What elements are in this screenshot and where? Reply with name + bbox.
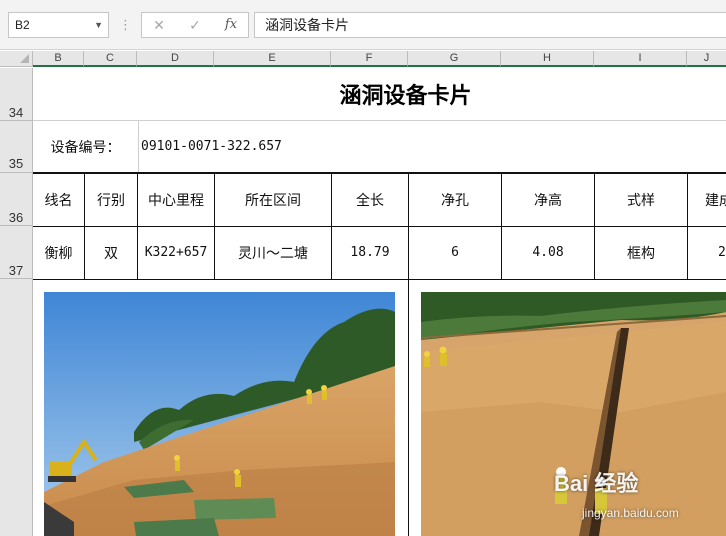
col-header-H[interactable]: H bbox=[501, 51, 594, 67]
header-cell-built[interactable]: 建成 bbox=[688, 174, 726, 226]
table-border-bottom bbox=[33, 279, 726, 280]
insert-function-icon[interactable]: fx bbox=[216, 13, 246, 37]
header-cell-line[interactable]: 线名 bbox=[33, 174, 84, 226]
header-cell-length[interactable]: 全长 bbox=[332, 174, 408, 226]
row-header-34[interactable]: 34 bbox=[0, 68, 33, 121]
value-cell-built[interactable]: 2 bbox=[688, 227, 726, 279]
value-cell-section[interactable]: 灵川～二塘 bbox=[215, 227, 331, 279]
watermark-text: Bai 经验 bbox=[554, 471, 639, 496]
col-header-J[interactable]: J bbox=[687, 51, 726, 67]
photo-left-image bbox=[44, 292, 395, 536]
baidu-watermark: Bai 经验 jingyan.baidu.com bbox=[554, 466, 724, 520]
header-cell-mileage[interactable]: 中心里程 bbox=[138, 174, 214, 226]
value-cell-height[interactable]: 4.08 bbox=[502, 227, 594, 279]
col-header-D[interactable]: D bbox=[137, 51, 214, 67]
header-cell-height[interactable]: 净高 bbox=[502, 174, 594, 226]
formula-bar: B2 ▼ ⋮ ✕ ✓ fx 涵洞设备卡片 bbox=[0, 0, 726, 50]
value-cell-length[interactable]: 18.79 bbox=[332, 227, 408, 279]
col-header-C[interactable]: C bbox=[84, 51, 137, 67]
cancel-icon[interactable]: ✕ bbox=[144, 13, 174, 37]
header-cell-direction[interactable]: 行别 bbox=[85, 174, 137, 226]
name-box-value: B2 bbox=[15, 18, 30, 32]
row-header-36[interactable]: 36 bbox=[0, 173, 33, 226]
device-number-label[interactable]: 设备编号： bbox=[33, 121, 138, 173]
device-number-value[interactable]: 09101-0071-322.657 bbox=[139, 121, 439, 173]
value-cell-direction[interactable]: 双 bbox=[85, 227, 137, 279]
header-cell-span[interactable]: 净孔 bbox=[409, 174, 501, 226]
value-cell-style[interactable]: 框构 bbox=[595, 227, 687, 279]
col-header-B[interactable]: B bbox=[33, 51, 84, 67]
value-cell-span[interactable]: 6 bbox=[409, 227, 501, 279]
value-cell-line[interactable]: 衡柳 bbox=[33, 227, 84, 279]
card-title[interactable]: 涵洞设备卡片 bbox=[33, 68, 726, 120]
select-all-corner[interactable] bbox=[0, 51, 33, 67]
row-header-35[interactable]: 35 bbox=[0, 121, 33, 173]
header-cell-style[interactable]: 式样 bbox=[595, 174, 687, 226]
formula-input[interactable]: 涵洞设备卡片 bbox=[254, 12, 726, 38]
row-header-38[interactable] bbox=[0, 279, 33, 536]
watermark-sub: jingyan.baidu.com bbox=[582, 506, 679, 520]
col-header-F[interactable]: F bbox=[331, 51, 408, 67]
drag-handle-icon[interactable]: ⋮ bbox=[119, 14, 132, 36]
chevron-down-icon[interactable]: ▼ bbox=[94, 13, 103, 37]
formula-buttons: ✕ ✓ fx bbox=[141, 12, 249, 38]
construction-photo-left[interactable] bbox=[44, 292, 395, 536]
enter-icon[interactable]: ✓ bbox=[180, 13, 210, 37]
select-all-icon bbox=[20, 54, 29, 63]
name-box[interactable]: B2 ▼ bbox=[8, 12, 109, 38]
row-header-37[interactable]: 37 bbox=[0, 226, 33, 279]
col-header-I[interactable]: I bbox=[594, 51, 687, 67]
value-cell-mileage[interactable]: K322+657 bbox=[138, 227, 214, 279]
header-cell-section[interactable]: 所在区间 bbox=[215, 174, 331, 226]
col-header-E[interactable]: E bbox=[214, 51, 331, 67]
col-header-G[interactable]: G bbox=[408, 51, 501, 67]
